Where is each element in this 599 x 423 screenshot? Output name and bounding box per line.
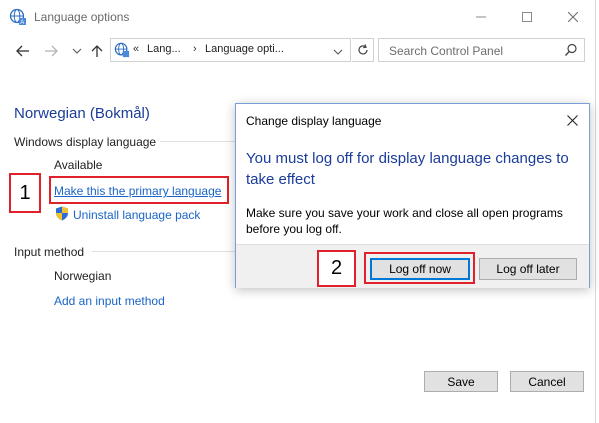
language-globe-icon: A: [9, 8, 27, 26]
refresh-icon: [357, 44, 368, 55]
address-dropdown[interactable]: [333, 45, 343, 59]
section-divider: [160, 141, 240, 142]
step-1-callout: 1: [9, 173, 41, 213]
primary-language-highlight: [49, 176, 229, 204]
address-bar[interactable]: « Lang... › Language opti...: [110, 38, 351, 62]
breadcrumb-language-options[interactable]: Language opti...: [205, 43, 284, 55]
forward-button[interactable]: [40, 41, 62, 61]
search-placeholder: Search Control Panel: [389, 44, 504, 58]
address-overflow-chevron[interactable]: «: [133, 43, 139, 55]
add-input-method-link[interactable]: Add an input method: [54, 294, 165, 308]
breadcrumb-separator[interactable]: ›: [193, 43, 197, 55]
refresh-button[interactable]: [352, 38, 374, 62]
navigation-bar: « Lang... › Language opti... Search Cont…: [0, 34, 596, 68]
language-globe-icon: [114, 42, 130, 58]
search-icon[interactable]: [564, 43, 578, 60]
back-button[interactable]: [12, 41, 34, 61]
minimize-icon: [476, 16, 486, 18]
dialog-close-button[interactable]: [555, 104, 589, 136]
up-arrow-icon: [91, 45, 103, 57]
search-input[interactable]: Search Control Panel: [378, 38, 585, 62]
chevron-down-icon: [333, 49, 343, 55]
breadcrumb-language[interactable]: Lang...: [147, 43, 181, 55]
recent-locations-button[interactable]: [66, 41, 88, 61]
section-divider: [92, 251, 240, 252]
maximize-icon: [522, 12, 532, 22]
close-button[interactable]: [550, 0, 596, 34]
chevron-down-icon: [72, 48, 82, 54]
cancel-button[interactable]: Cancel: [510, 371, 584, 392]
back-arrow-icon: [16, 45, 29, 57]
maximize-button[interactable]: [504, 0, 550, 34]
save-button[interactable]: Save: [424, 371, 498, 392]
uninstall-language-pack-link[interactable]: Uninstall language pack: [73, 208, 200, 222]
minimize-button[interactable]: [458, 0, 504, 34]
step-2-callout: 2: [317, 250, 356, 287]
svg-text:A: A: [20, 20, 24, 26]
input-method-section-label: Input method: [14, 245, 85, 259]
dialog-title: Change display language: [246, 114, 382, 128]
window-title: Language options: [34, 10, 130, 24]
title-bar: A Language options: [0, 0, 596, 34]
dialog-heading: You must log off for display language ch…: [246, 150, 569, 188]
log-off-later-button[interactable]: Log off later: [479, 258, 577, 280]
close-icon: [568, 12, 578, 22]
dialog-message: Make sure you save your work and close a…: [246, 206, 563, 236]
log-off-now-highlight: [364, 252, 475, 284]
input-method-language: Norwegian: [54, 269, 112, 283]
language-heading: Norwegian (Bokmål): [14, 105, 150, 122]
uac-shield-icon: [55, 206, 69, 221]
forward-arrow-icon: [45, 45, 58, 57]
availability-status: Available: [54, 158, 103, 172]
display-language-section-label: Windows display language: [14, 135, 157, 149]
up-button[interactable]: [86, 41, 108, 61]
close-icon: [566, 114, 578, 126]
